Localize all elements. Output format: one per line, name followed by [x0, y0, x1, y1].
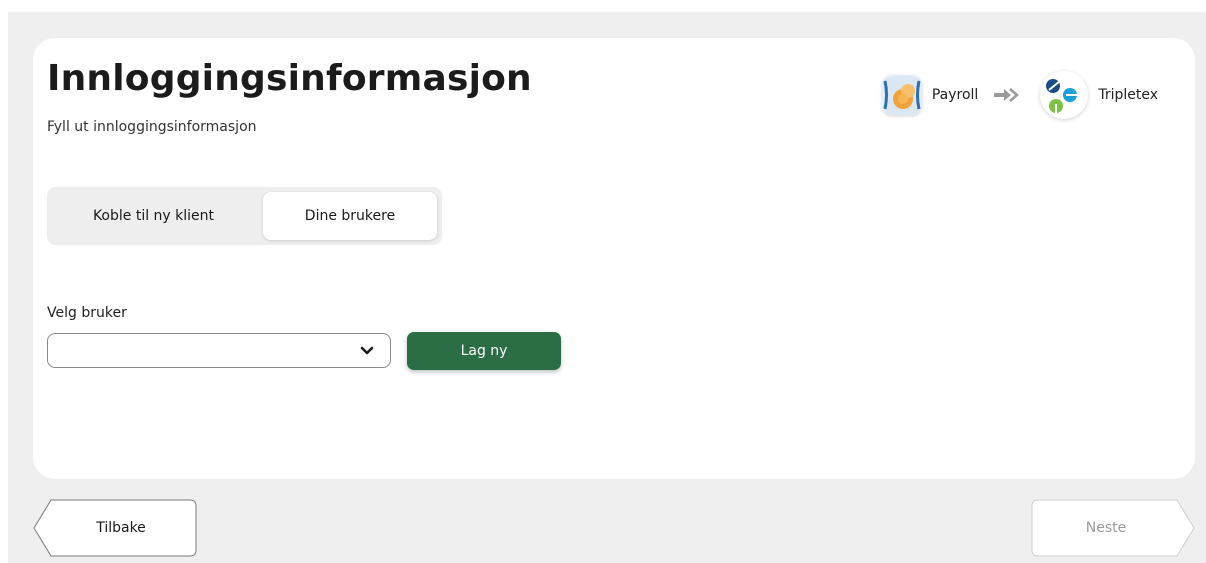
payroll-logo-icon	[881, 75, 922, 115]
target-app-name: Tripletex	[1098, 87, 1158, 103]
next-button-label: Neste	[1085, 520, 1127, 536]
back-button[interactable]: Tilbake	[33, 499, 197, 557]
next-button[interactable]: Neste	[1031, 499, 1195, 557]
back-button-label: Tilbake	[96, 520, 146, 536]
integration-flow: Payroll Tripletex	[881, 71, 1158, 119]
user-select-dropdown[interactable]	[47, 333, 391, 368]
select-user-label: Velg bruker	[47, 305, 127, 321]
page-title: Innloggingsinformasjon	[47, 58, 532, 99]
create-new-user-button[interactable]: Lag ny	[407, 332, 561, 370]
tripletex-logo-icon	[1040, 71, 1089, 119]
user-mode-toggle: Koble til ny klient Dine brukere	[47, 187, 442, 245]
tab-your-users[interactable]: Dine brukere	[263, 192, 437, 240]
tab-new-client[interactable]: Koble til ny klient	[51, 192, 256, 240]
double-arrow-right-icon	[994, 88, 1020, 102]
chevron-down-icon	[360, 346, 374, 355]
source-app-name: Payroll	[931, 87, 979, 103]
page-subtitle: Fyll ut innloggingsinformasjon	[47, 119, 257, 135]
